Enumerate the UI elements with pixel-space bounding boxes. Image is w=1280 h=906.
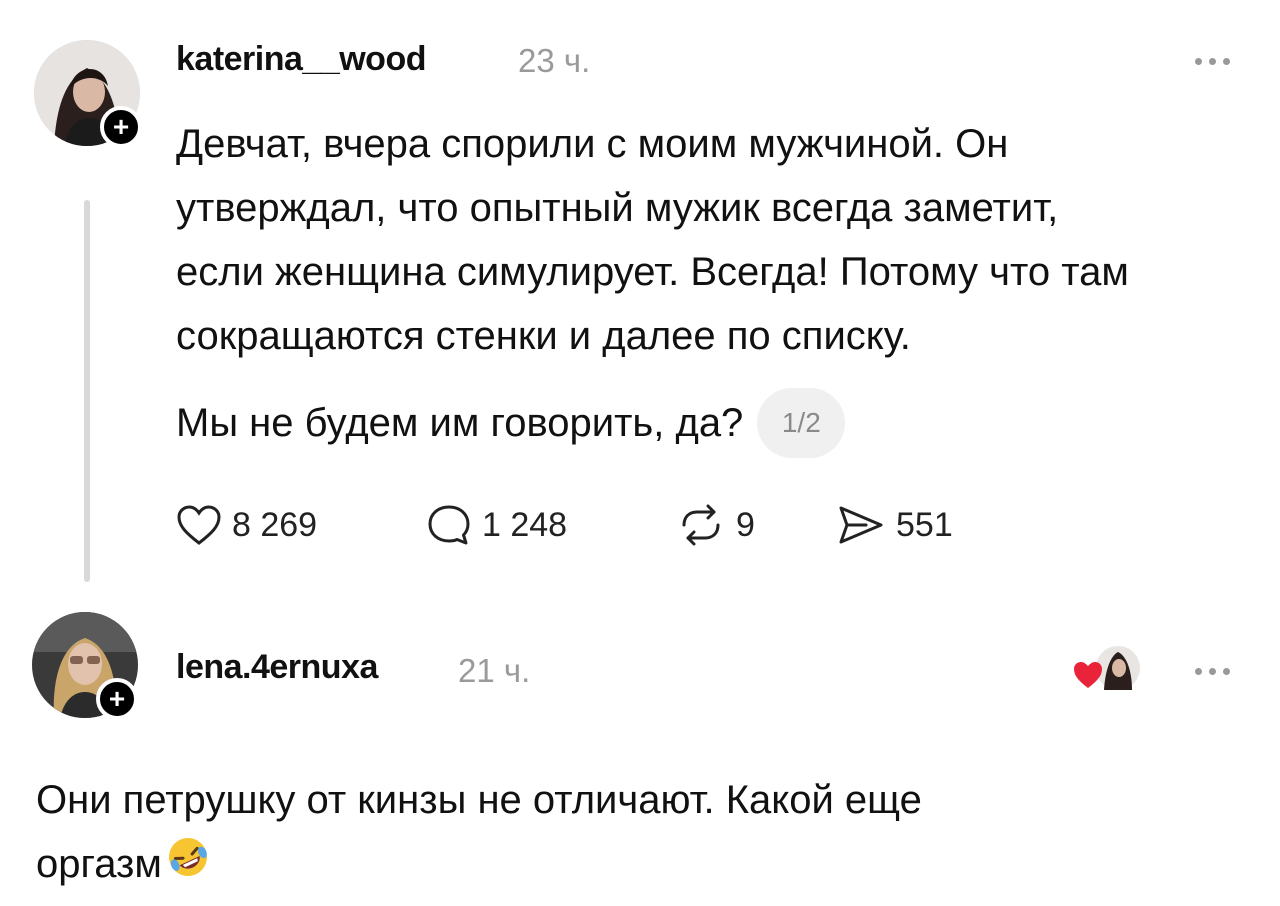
rofl-emoji-icon: [166, 834, 210, 898]
follow-button[interactable]: +: [100, 106, 142, 148]
reply-time: 21 ч.: [458, 652, 531, 689]
reply-body: Они петрушку от кинзы не отличают. Какой…: [36, 768, 1136, 898]
reposts-count: 9: [736, 505, 755, 544]
heart-icon: [177, 505, 221, 545]
share-icon: [839, 506, 883, 544]
comment-icon: [428, 505, 470, 545]
more-icon[interactable]: [1195, 58, 1230, 65]
post-text-line: утверждал, что опытный мужик всегда заме…: [176, 186, 1059, 230]
reply-text-line: Они петрушку от кинзы не отличают. Какой…: [36, 778, 922, 822]
post-text-line: Мы не будем им говорить, да?: [176, 401, 744, 445]
main-post: + katerina__wood 23 ч. Девчат, вчера спо…: [0, 0, 1280, 600]
post-text-line: если женщина симулирует. Всегда! Потому …: [176, 250, 1129, 294]
post-actions: 8 269 1 248 9 551: [176, 495, 1076, 555]
post-body-second-paragraph: Мы не будем им говорить, да? 1/2: [176, 388, 846, 458]
reply-text-line: оргазм: [36, 842, 162, 886]
repost-button[interactable]: 9: [676, 495, 755, 555]
likes-count: 8 269: [232, 505, 318, 544]
reply-username[interactable]: lena.4ernuxa: [176, 648, 378, 687]
reply-text-line-2: оргазм: [36, 832, 1136, 898]
post-time: 23 ч.: [518, 42, 591, 79]
share-button[interactable]: 551: [836, 495, 953, 555]
thread-page-indicator[interactable]: 1/2: [757, 388, 846, 458]
post-body: Девчат, вчера спорили с моим мужчиной. О…: [176, 112, 1266, 368]
comments-count: 1 248: [482, 505, 568, 544]
shares-count: 551: [896, 505, 953, 544]
liked-by-author-indicator: [1070, 642, 1142, 694]
author-username[interactable]: katerina__wood: [176, 40, 426, 79]
post-text-line: Девчат, вчера спорили с моим мужчиной. О…: [176, 122, 1009, 166]
comment-button[interactable]: 1 248: [426, 495, 567, 555]
thread-line: [84, 200, 90, 582]
reply-more-icon[interactable]: [1195, 668, 1230, 675]
like-button[interactable]: 8 269: [176, 495, 317, 555]
repost-icon: [682, 504, 720, 546]
reply-follow-button[interactable]: +: [96, 678, 138, 720]
post-text-line: сокращаются стенки и далее по списку.: [176, 314, 911, 358]
heart-icon: [1074, 662, 1102, 688]
